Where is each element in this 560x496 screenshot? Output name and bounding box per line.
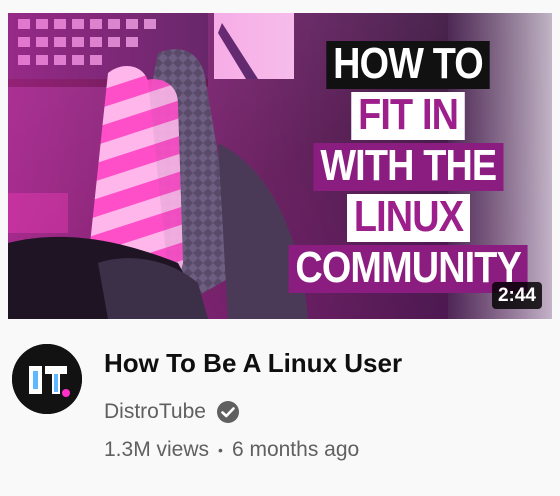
thumbnail-text-line: FIT IN (351, 92, 465, 140)
verified-check-icon (216, 401, 239, 423)
thumbnail-text-line: WITH THE (313, 143, 503, 191)
video-card[interactable]: HOW TO FIT IN WITH THE LINUX COMMUNITY 2… (0, 0, 560, 496)
channel-row: DistroTube (104, 398, 240, 426)
thumbnail-text-line: LINUX (346, 194, 470, 242)
thumbnail-title-overlay: HOW TO FIT IN WITH THE LINUX COMMUNITY (270, 41, 546, 296)
separator-dot: • (218, 442, 223, 458)
thumbnail-text-line: HOW TO (326, 41, 490, 89)
video-duration-badge: 2:44 (491, 282, 542, 309)
upload-age: 6 months ago (231, 438, 360, 461)
video-title[interactable]: How To Be A Linux User (104, 346, 544, 380)
view-count: 1.3M views (104, 438, 210, 461)
channel-avatar[interactable] (12, 344, 82, 414)
video-thumbnail[interactable]: HOW TO FIT IN WITH THE LINUX COMMUNITY 2… (8, 13, 552, 319)
video-stats: 1.3M views • 6 months ago (104, 436, 359, 464)
distrotube-logo-icon (12, 344, 82, 414)
channel-name[interactable]: DistroTube (104, 398, 206, 426)
